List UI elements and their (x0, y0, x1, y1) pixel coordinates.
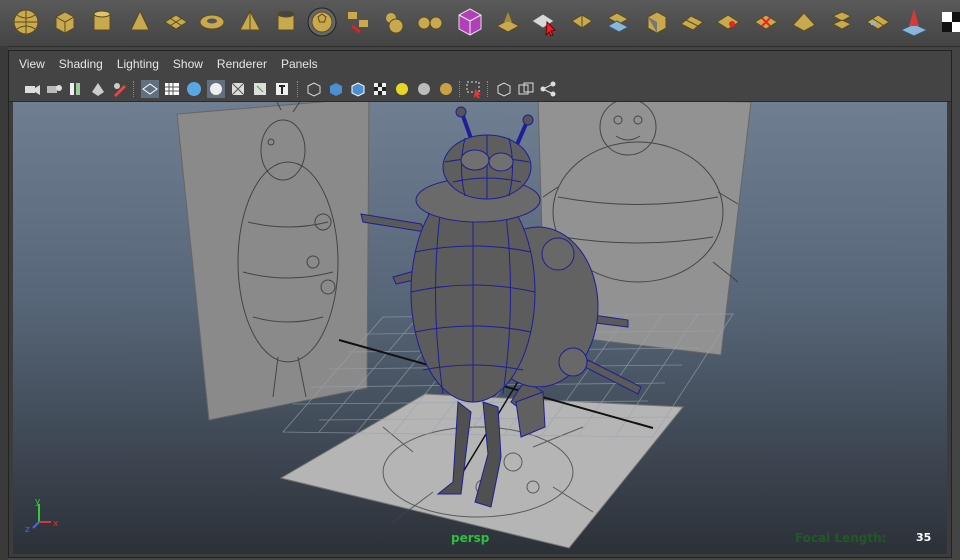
panel-toolbar (9, 77, 951, 102)
plane-icon[interactable] (160, 5, 192, 39)
poly-split-icon[interactable] (342, 5, 374, 39)
smooth-shade-icon[interactable] (185, 80, 203, 98)
menu-lighting[interactable]: Lighting (117, 57, 159, 71)
axis-y-label: y (35, 498, 41, 507)
toolbar-separator (487, 81, 490, 97)
default-light-icon[interactable] (393, 80, 411, 98)
xray-icon[interactable] (229, 80, 247, 98)
isolate-icon[interactable] (251, 80, 269, 98)
menu-panels[interactable]: Panels (281, 57, 318, 71)
checker-icon[interactable] (936, 5, 960, 39)
camera-attributes-icon[interactable] (45, 80, 63, 98)
bevel-icon[interactable] (566, 5, 598, 39)
menu-show[interactable]: Show (173, 57, 203, 71)
share-icon[interactable] (539, 80, 557, 98)
sculpt-icon[interactable] (898, 5, 930, 39)
focal-length-value: 35 (916, 531, 932, 544)
bridge-icon[interactable] (602, 5, 634, 39)
select-mode-icon[interactable] (465, 80, 483, 98)
wireframe-icon[interactable] (141, 80, 159, 98)
combine-icon[interactable] (378, 5, 410, 39)
extract-icon[interactable] (640, 5, 672, 39)
toolbar-separator (459, 81, 462, 97)
all-lights-icon[interactable] (437, 80, 455, 98)
merge-icon[interactable] (750, 5, 782, 39)
pyramid-icon[interactable] (234, 5, 266, 39)
material-cube-icon[interactable] (454, 5, 486, 39)
extrude-icon[interactable] (492, 5, 524, 39)
checker-texture-icon[interactable] (371, 80, 389, 98)
focal-length-label: Focal Length: (795, 531, 887, 545)
scene-canvas (176, 102, 752, 549)
menu-renderer[interactable]: Renderer (217, 57, 267, 71)
panel-menubar: View Shading Lighting Show Renderer Pane… (9, 51, 951, 77)
wedge-icon[interactable] (712, 5, 744, 39)
two-panel-icon[interactable] (517, 80, 535, 98)
cylinder-icon[interactable] (86, 5, 118, 39)
viewport-panel: View Shading Lighting Show Renderer Pane… (8, 50, 952, 558)
bookmark-icon[interactable] (67, 80, 85, 98)
split-face-icon[interactable] (826, 5, 858, 39)
sphere-icon[interactable] (10, 5, 42, 39)
wire-on-shaded-icon[interactable] (349, 80, 367, 98)
duplicate-icon[interactable] (862, 5, 894, 39)
grease-pencil-icon[interactable] (111, 80, 129, 98)
camera-name-label: persp (451, 531, 490, 545)
append-icon[interactable] (528, 5, 560, 39)
side-reference-plane (176, 102, 370, 421)
frame-selection-icon[interactable] (495, 80, 513, 98)
axis-x-label: x (53, 519, 59, 529)
texture-icon[interactable] (273, 80, 291, 98)
shelf-toolbar (0, 0, 960, 47)
left-strip (0, 46, 8, 560)
pipe-icon[interactable] (270, 5, 302, 39)
separate-icon[interactable] (414, 5, 446, 39)
perspective-viewport[interactable]: y x z (13, 102, 947, 554)
cone-icon[interactable] (124, 5, 156, 39)
menu-shading[interactable]: Shading (59, 57, 103, 71)
grid-toggle-icon[interactable] (163, 80, 181, 98)
image-plane-icon[interactable] (89, 80, 107, 98)
cube-icon[interactable] (48, 5, 80, 39)
shadows-icon[interactable] (415, 80, 433, 98)
toolbar-separator (133, 81, 136, 97)
select-camera-icon[interactable] (23, 80, 41, 98)
toolbar-separator (297, 81, 300, 97)
poke-icon[interactable] (788, 5, 820, 39)
flat-shade-icon[interactable] (207, 80, 225, 98)
menu-view[interactable]: View (19, 57, 45, 71)
axis-gizmo: y x z (25, 498, 59, 534)
smooth-icon[interactable] (676, 5, 708, 39)
wire-cube-icon[interactable] (305, 80, 323, 98)
axis-z-label: z (25, 525, 30, 534)
shaded-cube-icon[interactable] (327, 80, 345, 98)
torus-icon[interactable] (196, 5, 228, 39)
soccerball-icon[interactable] (306, 5, 338, 39)
